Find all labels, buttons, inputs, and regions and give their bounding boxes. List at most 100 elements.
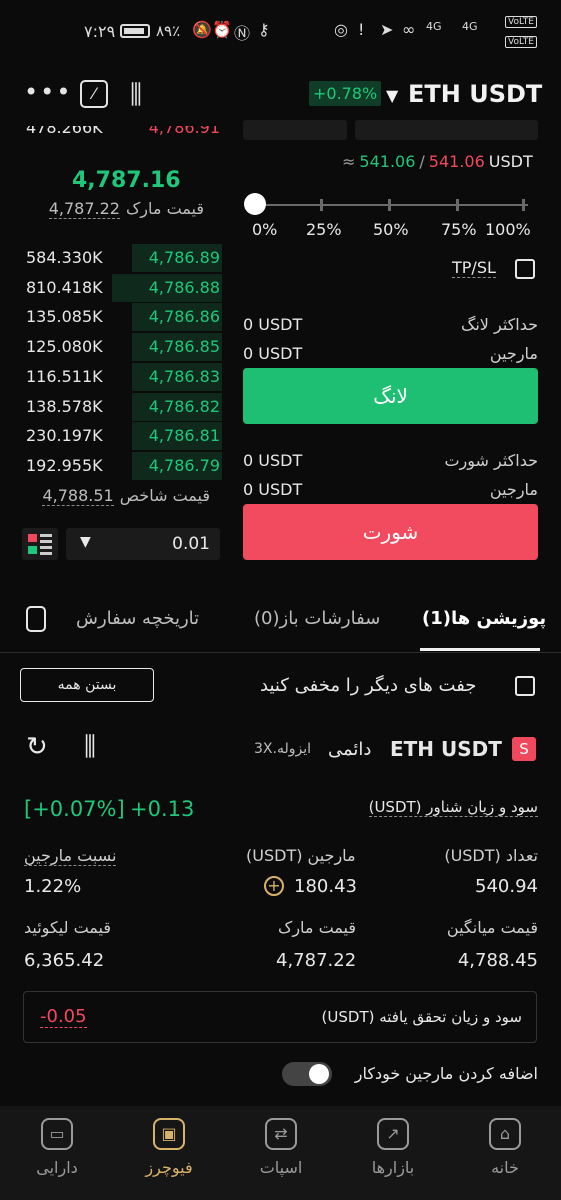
refresh-icon[interactable]: ↻ — [26, 732, 48, 762]
bid-row[interactable]: 125.080K 4,786.85 — [22, 333, 222, 362]
instagram-icon: ◎ — [334, 20, 348, 39]
document-icon[interactable] — [26, 606, 46, 632]
futures-icon: ▣ — [153, 1118, 185, 1150]
home-icon: ⌂ — [489, 1118, 521, 1150]
nav-markets[interactable]: ↗ بازارها — [348, 1118, 438, 1177]
more-dots-icon[interactable]: ••• — [24, 78, 72, 106]
bid-qty: 192.955K — [26, 455, 103, 475]
exchange-icon: ⇄ — [265, 1118, 297, 1150]
nav-assets[interactable]: ▭ دارایی — [12, 1118, 102, 1177]
amount-slider[interactable] — [256, 204, 528, 206]
sell-cost: 541.06 — [428, 152, 485, 171]
book-layout-button[interactable] — [22, 528, 58, 560]
unrealized-pnl-pct: [+0.07%] — [24, 797, 125, 821]
index-price: قیمت شاخص 4,788.51 — [34, 486, 210, 506]
margin-label: مارجین (USDT) — [246, 846, 356, 865]
nav-assets-label: دارایی — [36, 1158, 78, 1177]
avg-price-value: 4,788.45 — [457, 950, 538, 971]
cost-unit: USDT — [488, 152, 533, 171]
margin-ratio-label: نسبت مارجین — [24, 846, 117, 866]
tpsl-label: TP/SL — [452, 258, 496, 278]
mark-price-value-pos: 4,787.22 — [276, 950, 357, 971]
margin-value: 180.43 — [294, 876, 357, 897]
buy-cost: 541.06 — [359, 152, 416, 171]
max-short-value: 0 USDT — [243, 451, 303, 470]
bid-price: 4,786.83 — [148, 366, 220, 386]
position-symbol[interactable]: ETH USDT — [390, 737, 502, 761]
alert-icon: ! — [358, 20, 365, 39]
ask-qty: 478.266K — [26, 126, 103, 137]
bid-qty: 810.418K — [26, 277, 103, 297]
book-layout-icon — [28, 534, 37, 542]
precision-select[interactable]: ▼ 0.01 — [66, 528, 220, 560]
close-all-button[interactable]: بستن همه — [20, 668, 154, 702]
candles-icon[interactable]: ⫼ — [84, 732, 96, 763]
mark-price-label: قیمت مارک — [125, 199, 204, 218]
margin-short-value: 0 USDT — [243, 480, 303, 499]
nav-spot[interactable]: ⇄ اسپات — [236, 1118, 326, 1177]
bid-price: 4,786.81 — [148, 426, 220, 446]
vpn-icon: ∞ — [402, 20, 416, 39]
candles-icon[interactable]: ⫼ — [130, 80, 142, 111]
chevron-down-icon: ▼ — [80, 534, 91, 550]
bid-row[interactable]: 116.511K 4,786.83 — [22, 362, 222, 391]
chart-icon: ↗ — [377, 1118, 409, 1150]
pct-50[interactable]: 50% — [373, 220, 409, 239]
volte-1: VoLTE — [505, 16, 537, 28]
avg-price-label: قیمت میانگین — [446, 918, 538, 937]
long-button[interactable]: لانگ — [243, 368, 538, 424]
bid-row[interactable]: 135.085K 4,786.86 — [22, 303, 222, 332]
hide-other-pairs-label: جفت های دیگر را مخفی کنید — [260, 675, 477, 696]
pair-title[interactable]: ETH USDT — [408, 80, 542, 108]
price-field[interactable] — [355, 120, 538, 140]
bid-row[interactable]: 584.330K 4,786.89 — [22, 244, 222, 272]
active-tab-underline — [420, 648, 540, 651]
auto-margin-toggle[interactable] — [282, 1062, 332, 1086]
bid-row[interactable]: 192.955K 4,786.79 — [22, 451, 222, 480]
margin-long-label: مارجین — [489, 344, 538, 363]
status-time: ۷:۲۹ — [84, 22, 116, 41]
hide-other-pairs-checkbox[interactable] — [515, 676, 535, 696]
bid-row[interactable]: 138.578K 4,786.82 — [22, 392, 222, 421]
nav-home-label: خانه — [491, 1158, 519, 1177]
bid-qty: 125.080K — [26, 337, 103, 357]
tab-open-orders[interactable]: سفارشات باز(0) — [254, 608, 380, 629]
bid-price: 4,786.79 — [148, 455, 220, 475]
pct-100[interactable]: 100% — [485, 220, 531, 239]
bid-price: 4,786.89 — [148, 248, 220, 267]
order-type-field[interactable] — [243, 120, 347, 140]
pct-75[interactable]: 75% — [441, 220, 477, 239]
tab-order-history[interactable]: تاریخچه سفارش — [76, 608, 199, 629]
tab-positions[interactable]: پوزیشن ها(1) — [422, 608, 546, 629]
bid-qty: 138.578K — [26, 396, 103, 416]
slider-handle[interactable] — [244, 193, 266, 215]
ask-row-cut[interactable]: 478.266K 4,786.91 — [22, 126, 222, 140]
last-price[interactable]: 4,787.16 — [72, 168, 181, 193]
telegram-icon: ➤ — [380, 20, 394, 39]
bid-row[interactable]: 810.418K 4,786.88 — [22, 273, 222, 302]
bid-price: 4,786.85 — [148, 337, 220, 357]
tpsl-checkbox[interactable] — [515, 259, 535, 279]
calculator-icon[interactable]: ⁄ — [80, 80, 108, 108]
margin-ratio-value: 1.22% — [24, 876, 82, 897]
pct-25[interactable]: 25% — [306, 220, 342, 239]
chevron-down-icon[interactable]: ▼ — [386, 86, 398, 105]
realized-pnl-value: -0.05 — [40, 1006, 87, 1028]
bid-qty: 116.511K — [26, 366, 103, 386]
realized-pnl-box: -0.05 سود و زیان تحقق یافته (USDT) — [23, 991, 537, 1043]
nav-home[interactable]: ⌂ خانه — [460, 1118, 550, 1177]
qty-value: 540.94 — [475, 876, 538, 897]
mark-price: قیمت مارک 4,787.22 — [40, 199, 204, 219]
add-margin-icon[interactable]: + — [264, 876, 284, 896]
pct-0[interactable]: 0% — [252, 220, 277, 239]
precision-value: 0.01 — [172, 534, 210, 554]
battery-percent: ۸۹٪ — [156, 22, 181, 40]
bid-row[interactable]: 230.197K 4,786.81 — [22, 422, 222, 451]
volte-2: VoLTE — [505, 36, 537, 48]
nav-futures[interactable]: ▣ فیوچرز — [124, 1118, 214, 1177]
short-button[interactable]: شورت — [243, 504, 538, 560]
divider — [0, 652, 561, 653]
bid-qty: 230.197K — [26, 426, 103, 446]
margin-long-value: 0 USDT — [243, 344, 303, 363]
network-type-1: 4G — [426, 20, 442, 33]
